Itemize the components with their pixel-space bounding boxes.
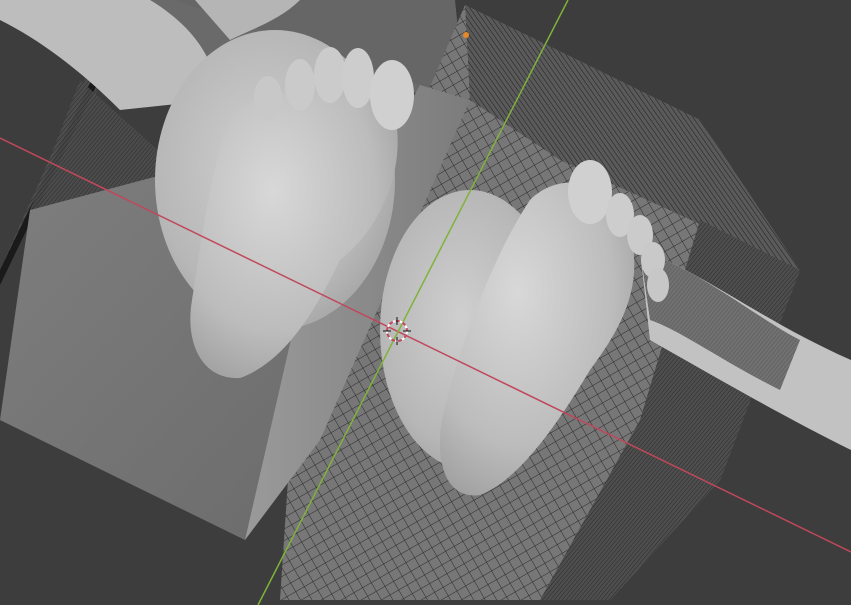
toe-right-5 xyxy=(647,268,669,302)
toe-left-1 xyxy=(370,60,414,130)
toe-right-1 xyxy=(568,160,612,224)
toe-left-3 xyxy=(314,47,346,103)
viewport-scene[interactable] xyxy=(0,0,851,605)
toe-left-4 xyxy=(285,59,315,111)
object-origin-icon[interactable] xyxy=(463,32,469,38)
toe-left-5 xyxy=(254,76,282,120)
toe-left-2 xyxy=(342,48,374,108)
3d-viewport[interactable] xyxy=(0,0,851,605)
